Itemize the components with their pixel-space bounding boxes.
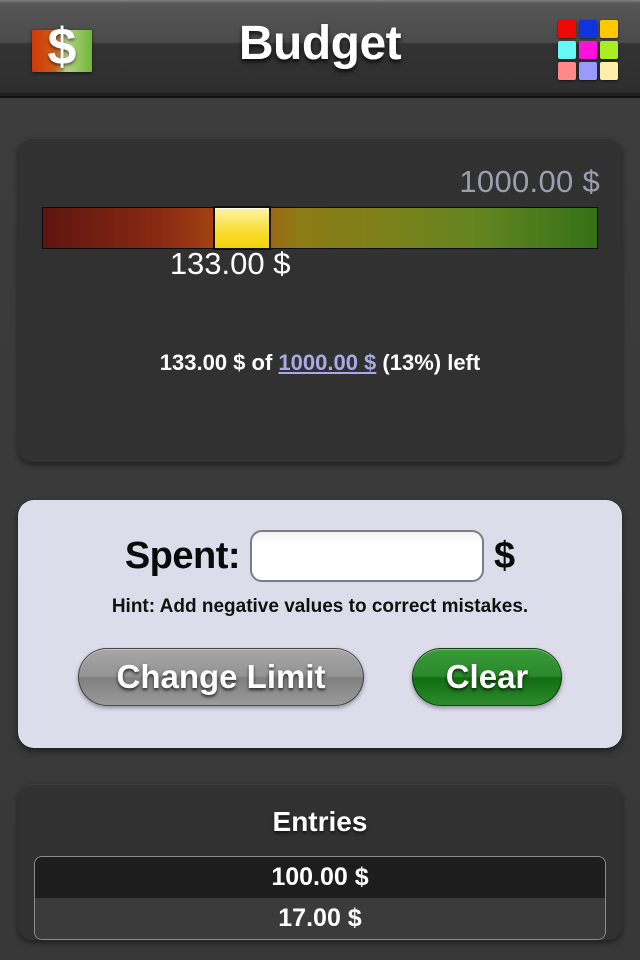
list-item[interactable]: 100.00 $ xyxy=(35,857,605,898)
change-limit-button[interactable]: Change Limit xyxy=(78,648,364,706)
budget-slider-thumb[interactable] xyxy=(213,206,272,250)
color-cell-8[interactable] xyxy=(579,62,597,80)
color-cell-7[interactable] xyxy=(558,62,576,80)
color-cell-6[interactable] xyxy=(600,41,618,59)
clear-button[interactable]: Clear xyxy=(412,648,562,706)
budget-slider[interactable] xyxy=(30,206,610,250)
budget-summary-card: 1000.00 $ 133.00 $ 133.00 $ of 1000.00 $… xyxy=(18,138,622,462)
spent-input-panel: Spent: $ Hint: Add negative values to co… xyxy=(18,500,622,748)
budget-limit-value: 1000.00 $ xyxy=(459,164,600,199)
color-cell-2[interactable] xyxy=(579,20,597,38)
budget-summary-text: 133.00 $ of 1000.00 $ (13%) left xyxy=(18,350,622,376)
color-cell-9[interactable] xyxy=(600,62,618,80)
spent-label: Spent: xyxy=(124,534,241,577)
color-palette-grid-icon[interactable] xyxy=(558,20,618,80)
hint-text: Hint: Add negative values to correct mis… xyxy=(111,596,529,617)
list-item[interactable]: 17.00 $ xyxy=(35,898,605,939)
summary-of-word: of xyxy=(245,350,279,375)
budget-spent-value: 133.00 $ xyxy=(169,246,291,281)
spent-input[interactable] xyxy=(250,530,485,582)
color-cell-5[interactable] xyxy=(579,41,597,59)
action-button-row: Change Limit Clear xyxy=(40,648,600,706)
entries-title: Entries xyxy=(272,806,368,837)
summary-limit-link[interactable]: 1000.00 $ xyxy=(278,350,376,375)
summary-amount: 133.00 $ xyxy=(159,350,246,375)
page-title: Budget xyxy=(238,17,402,70)
entries-card: Entries 100.00 $ 17.00 $ xyxy=(18,784,622,940)
entries-list: 100.00 $ 17.00 $ xyxy=(34,856,606,940)
color-cell-3[interactable] xyxy=(600,20,618,38)
page-body: 1000.00 $ 133.00 $ 133.00 $ of 1000.00 $… xyxy=(0,98,640,960)
budget-slider-track[interactable] xyxy=(42,207,598,249)
app-header: $ Budget xyxy=(0,0,640,98)
currency-symbol: $ xyxy=(494,534,516,577)
color-cell-1[interactable] xyxy=(558,20,576,38)
spent-input-row: Spent: $ xyxy=(40,530,600,582)
color-cell-4[interactable] xyxy=(558,41,576,59)
summary-suffix: (13%) left xyxy=(376,350,481,375)
